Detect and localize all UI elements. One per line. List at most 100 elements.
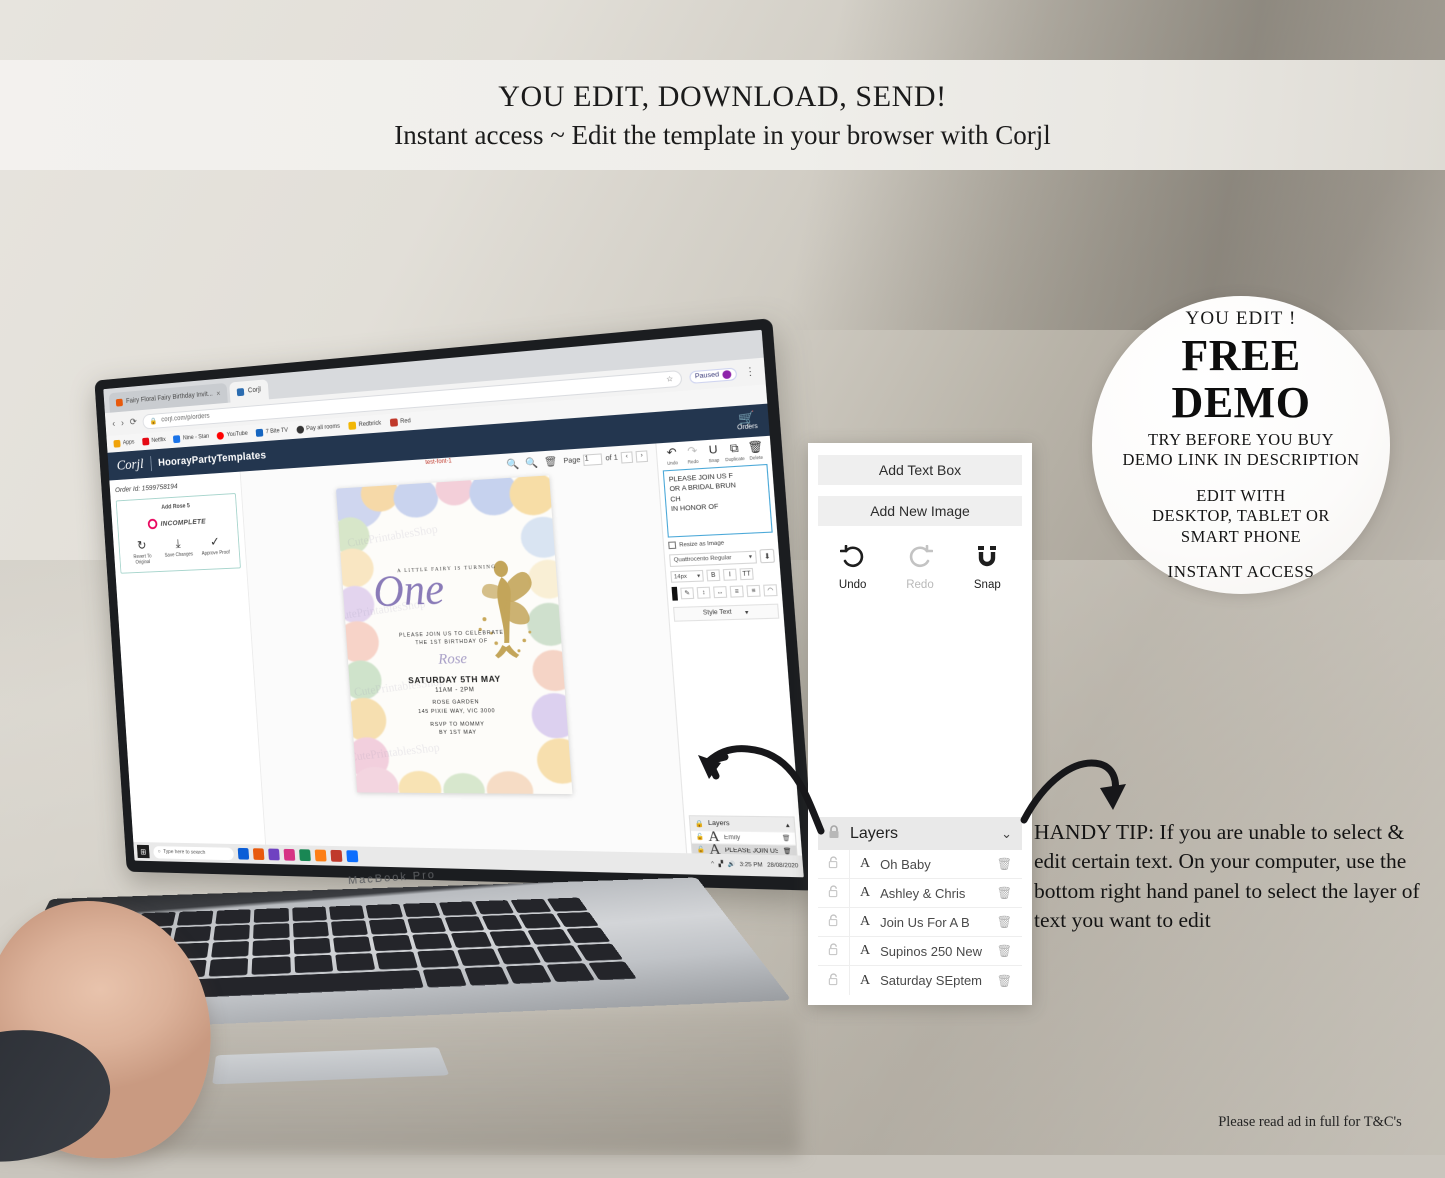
bookmark-item[interactable]: Netflix — [141, 436, 166, 446]
close-icon[interactable]: × — [216, 389, 221, 398]
font-size-input[interactable]: 14px ▾ — [670, 569, 704, 583]
next-page-button[interactable]: › — [635, 449, 649, 463]
zoom-out-icon[interactable]: 🔍 — [525, 457, 538, 469]
invitation-venue[interactable]: ROSE GARDEN 145 PIXIE WAY, VIC 3000 — [417, 699, 496, 716]
keyboard-key[interactable] — [330, 920, 369, 936]
back-icon[interactable]: ‹ — [112, 419, 115, 429]
line-height-button[interactable]: ↕ — [696, 586, 711, 599]
keyboard-key[interactable] — [365, 903, 403, 919]
redo-button[interactable]: ↷ Redo — [682, 445, 704, 465]
eyedropper-icon[interactable]: ✎ — [680, 587, 695, 600]
taskbar-app-icon[interactable] — [268, 848, 280, 861]
keyboard-key[interactable] — [406, 917, 446, 933]
keyboard-key[interactable] — [333, 936, 372, 953]
keyboard-key[interactable] — [252, 939, 290, 956]
keyboard-key[interactable] — [253, 923, 290, 939]
chevron-down-icon[interactable]: ⌄ — [1001, 826, 1012, 842]
clock-date[interactable]: 28/08/2020 — [767, 862, 799, 869]
unlock-icon[interactable] — [828, 972, 839, 989]
keyboard-key[interactable] — [294, 954, 334, 973]
unlock-icon[interactable] — [828, 856, 839, 872]
keyboard-key[interactable] — [329, 905, 365, 920]
invitation-date[interactable]: SATURDAY 5TH MAY — [408, 674, 501, 686]
trash-icon[interactable]: 🗑 — [544, 456, 558, 468]
keyboard-key[interactable] — [254, 907, 289, 923]
text-content-textarea[interactable]: PLEASE JOIN US F OR A BRIDAL BRUN CH IN … — [662, 463, 773, 538]
unlock-icon[interactable] — [828, 885, 839, 901]
invitation-age[interactable]: One — [372, 564, 446, 615]
keyboard-key[interactable] — [505, 964, 553, 984]
approve-proof-button[interactable]: ✓ Approve Proof — [198, 534, 233, 557]
keyboard-key[interactable] — [422, 968, 467, 988]
keyboard-key[interactable] — [208, 958, 249, 977]
unlock-icon[interactable] — [828, 914, 839, 930]
keyboard-key[interactable] — [546, 963, 595, 982]
revert-to-original-button[interactable]: ↻ Revert To Original — [125, 538, 159, 566]
keyboard-key[interactable] — [173, 925, 212, 942]
wifi-icon[interactable]: ▞ — [718, 861, 723, 868]
forward-icon[interactable]: › — [121, 418, 124, 428]
keyboard-key[interactable] — [416, 950, 460, 968]
invitation-canvas[interactable]: CutePrintablesShop CutePrintablesShop Cu… — [335, 475, 573, 795]
undo-button[interactable]: ↶ Undo — [661, 446, 683, 466]
keyboard-key[interactable] — [481, 914, 523, 930]
bookmark-star-icon[interactable]: ☆ — [666, 374, 673, 383]
taskbar-app-icon[interactable] — [346, 850, 359, 863]
invitation-name[interactable]: Rose — [438, 651, 468, 669]
taskbar-app-icon[interactable] — [283, 848, 296, 861]
trash-icon[interactable]: 🗑 — [997, 944, 1012, 958]
align-center-button[interactable]: ≡ — [746, 584, 761, 598]
bold-button[interactable]: B — [706, 569, 721, 582]
layer-row[interactable]: A Supinos 250 New 🗑 — [818, 936, 1022, 966]
save-changes-button[interactable]: ⤓ Save Changes — [161, 536, 195, 559]
keyboard-key[interactable] — [215, 909, 252, 924]
invitation-rsvp[interactable]: RSVP TO MOMMY BY 1ST MAY — [430, 720, 486, 737]
invitation-time[interactable]: 11AM - 2PM — [435, 688, 475, 695]
bookmark-item[interactable]: Apps — [113, 439, 135, 448]
keyboard-key[interactable] — [489, 930, 532, 947]
bookmark-item[interactable]: YouTube — [216, 430, 248, 440]
order-card[interactable]: Add Rose 5 INCOMPLETE ↻ Revert To Origin… — [115, 492, 241, 574]
keyboard-key[interactable] — [369, 918, 408, 934]
bookmark-item[interactable]: Red — [389, 417, 411, 427]
resize-as-image-checkbox[interactable]: Resize as Image — [668, 537, 774, 550]
unlock-icon[interactable]: 🔓 — [696, 846, 706, 854]
curve-text-button[interactable]: ◠ — [763, 584, 778, 597]
page-number-input[interactable]: 1 — [583, 452, 603, 466]
keyboard-key[interactable] — [518, 913, 561, 928]
taskbar-app-icon[interactable] — [237, 847, 250, 860]
upload-font-icon[interactable]: ⬇ — [759, 548, 776, 564]
snap-button[interactable]: U Snap — [702, 444, 724, 464]
browser-tab-corjl[interactable]: Corjl — [229, 379, 269, 403]
keyboard-key[interactable] — [402, 902, 440, 917]
layers-panel-header[interactable]: Layers ⌄ — [818, 817, 1022, 850]
keyboard-key[interactable] — [376, 951, 418, 970]
keyboard-key[interactable] — [457, 948, 501, 966]
layer-row[interactable]: A Ashley & Chris 🗑 — [818, 878, 1022, 908]
keyboard-key[interactable] — [474, 900, 515, 914]
keyboard-key[interactable] — [510, 898, 551, 913]
trash-icon[interactable]: 🗑 — [783, 848, 792, 856]
keyboard-key[interactable] — [213, 924, 251, 940]
keyboard-key[interactable] — [251, 956, 291, 975]
prev-page-button[interactable]: ‹ — [620, 450, 634, 464]
trash-icon[interactable]: 🗑 — [997, 857, 1012, 871]
tray-expand-icon[interactable]: ^ — [711, 861, 714, 867]
delete-button[interactable]: 🗑 Delete — [744, 441, 767, 461]
taskbar-app-icon[interactable] — [299, 849, 311, 862]
undo-button[interactable]: Undo — [832, 544, 873, 591]
volume-icon[interactable]: 🔊 — [727, 862, 735, 869]
trash-icon[interactable]: 🗑 — [782, 835, 791, 843]
reload-icon[interactable]: ⟳ — [129, 417, 137, 428]
bookmark-item[interactable]: Pay all rooms — [295, 423, 340, 434]
keyboard-key[interactable] — [292, 921, 329, 937]
orders-cart-button[interactable]: 🛒 Orders — [736, 410, 758, 432]
add-text-box-button[interactable]: Add Text Box — [818, 455, 1022, 485]
redo-button[interactable]: Redo — [899, 544, 940, 591]
keyboard-key[interactable] — [291, 906, 327, 921]
clock-time[interactable]: 3:25 PM — [740, 862, 763, 869]
taskbar-search-input[interactable]: ○ Type here to search — [153, 845, 235, 860]
browser-menu-icon[interactable]: ⋮ — [744, 366, 756, 379]
taskbar-app-icon[interactable] — [314, 849, 327, 862]
bookmark-item[interactable]: Redbrick — [348, 420, 381, 430]
